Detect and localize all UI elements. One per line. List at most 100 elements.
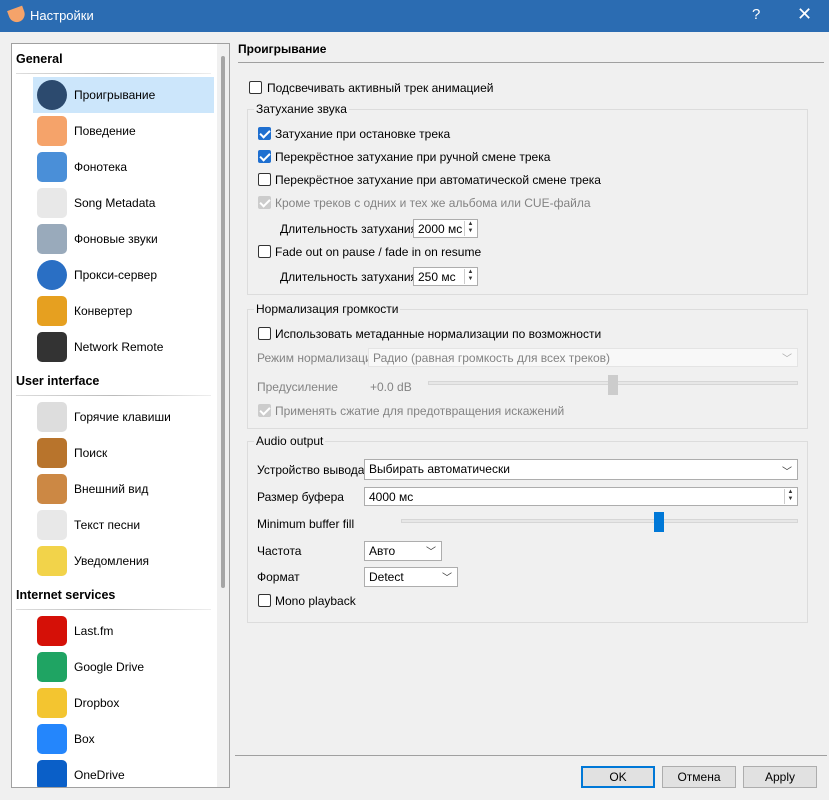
normalization-group-title: Нормализация громкости [254,302,401,316]
sidebar-item[interactable]: Прокси-сервер [33,257,214,293]
sidebar-item-label: Внешний вид [74,482,149,496]
format-label: Формат [257,570,300,584]
box-icon [37,724,67,754]
scrollbar-thumb[interactable] [221,56,225,588]
title-bar: Настройки ? ✕ [0,0,829,32]
crossfade-auto-label: Перекрёстное затухание при автоматическо… [275,173,601,187]
magic-wand-icon [37,296,67,326]
lyrics-icon [37,510,67,540]
sidebar-item[interactable]: Поиск [33,435,214,471]
compress-label: Применять сжатие для предотвращения иска… [275,404,565,418]
sidebar-item-label: Конвертер [74,304,133,318]
except-album-checkbox[interactable] [258,196,271,209]
document-music-icon [37,188,67,218]
compress-checkbox[interactable] [258,404,271,417]
sidebar-item-label: Last.fm [74,624,114,638]
sidebar-item[interactable]: Song Metadata [33,185,214,221]
sidebar-item-label: Фоновые звуки [74,232,158,246]
format-dropdown[interactable]: Detect ﹀ [364,567,458,587]
norm-mode-dropdown[interactable]: Радио (равная громкость для всех треков)… [368,348,798,367]
settings-category-list[interactable]: General Проигрывание Поведение Фонотека Song… [11,43,230,788]
ok-button[interactable]: OK [581,766,655,788]
min-buffer-fill-slider[interactable] [401,519,798,523]
scrollbar[interactable] [217,44,229,787]
palette-icon [37,474,67,504]
crossfade-auto-checkbox[interactable] [258,173,271,186]
spin-arrows-icon[interactable]: ▲ ▼ [464,221,476,236]
dropbox-icon [37,688,67,718]
sidebar-item-label: Текст песни [74,518,141,532]
apply-button[interactable]: Apply [743,766,817,788]
sidebar-item[interactable]: Last.fm [33,613,214,649]
fade-stop-checkbox[interactable] [258,127,271,140]
clementine-icon [37,116,67,146]
rate-dropdown[interactable]: Авто ﹀ [364,541,442,561]
use-metadata-checkbox[interactable] [258,327,271,340]
help-button[interactable]: ? [752,6,760,23]
min-buffer-fill-handle[interactable] [654,512,665,532]
keyboard-icon [37,402,67,432]
sidebar-item[interactable]: Поведение [33,113,214,149]
weather-icon [37,224,67,254]
crossfade-manual-label: Перекрёстное затухание при ручной смене … [275,150,551,164]
close-button[interactable]: ✕ [797,4,812,25]
divider [235,755,827,756]
fade-duration-spinbox[interactable]: 2000 мс ▲ ▼ [413,219,478,238]
except-album-label: Кроме треков с одних и тех же альбома ил… [275,196,591,210]
mono-playback-checkbox[interactable] [258,594,271,607]
spin-arrows-icon[interactable]: ▲ ▼ [784,489,796,504]
chevron-down-icon: ﹀ [426,547,436,558]
sidebar-item[interactable]: Фонотека [33,149,214,185]
page-title: Проигрывание [238,42,327,56]
preamp-label: Предусиление [257,380,338,394]
preamp-slider-handle[interactable] [608,375,618,395]
music-folder-icon [37,152,67,182]
sidebar-item[interactable]: Текст песни [33,507,214,543]
sidebar-item[interactable]: Проигрывание [33,77,214,113]
sidebar-item[interactable]: Уведомления [33,543,214,579]
sidebar-item[interactable]: Внешний вид [33,471,214,507]
sidebar-item[interactable]: Box [33,721,214,757]
sidebar-item[interactable]: Горячие клавиши [33,399,214,435]
window-title: Настройки [30,8,94,23]
fade-pause-checkbox[interactable] [258,245,271,258]
use-metadata-label: Использовать метаданные нормализации по … [275,327,602,341]
crossfade-manual-checkbox[interactable] [258,150,271,163]
sidebar-item[interactable]: Google Drive [33,649,214,685]
highlight-track-label: Подсвечивать активный трек анимацией [267,81,494,95]
sidebar-item-label: Проигрывание [74,88,156,102]
mono-playback-label: Mono playback [275,594,356,608]
format-value: Detect [369,570,404,584]
sidebar-item-label: Прокси-сервер [74,268,157,282]
buffer-value: 4000 мс [369,490,414,504]
pause-duration-label: Длительность затухания [280,270,418,284]
cancel-button[interactable]: Отмена [662,766,736,788]
play-icon [37,80,67,110]
divider [238,62,824,63]
fade-duration-label: Длительность затухания [280,222,418,236]
sidebar-item[interactable]: Dropbox [33,685,214,721]
lightbulb-icon [37,546,67,576]
fade-stop-label: Затухание при остановке трека [275,127,451,141]
sidebar-item[interactable]: Конвертер [33,293,214,329]
spin-arrows-icon[interactable]: ▲ ▼ [464,269,476,284]
sidebar-item[interactable]: Фоновые звуки [33,221,214,257]
section-header: General [16,52,63,66]
buffer-spinbox[interactable]: 4000 мс ▲ ▼ [364,487,798,506]
device-dropdown[interactable]: Выбирать автоматически ﹀ [364,459,798,480]
section-header: User interface [16,374,100,388]
pause-duration-value: 250 мс [418,270,456,284]
sidebar-item-label: Поведение [74,124,136,138]
highlight-track-checkbox[interactable] [249,81,262,94]
pause-duration-spinbox[interactable]: 250 мс ▲ ▼ [413,267,478,286]
sidebar-item[interactable]: OneDrive [33,757,214,787]
sidebar-item[interactable]: Network Remote [33,329,214,365]
norm-mode-label: Режим нормализации [257,351,379,365]
fade-group-title: Затухание звука [254,102,349,116]
divider [16,73,211,74]
google-drive-icon [37,652,67,682]
sidebar-item-label: OneDrive [74,768,125,782]
sidebar-item-label: Network Remote [74,340,164,354]
divider [16,609,211,610]
chevron-down-icon: ﹀ [782,467,792,478]
